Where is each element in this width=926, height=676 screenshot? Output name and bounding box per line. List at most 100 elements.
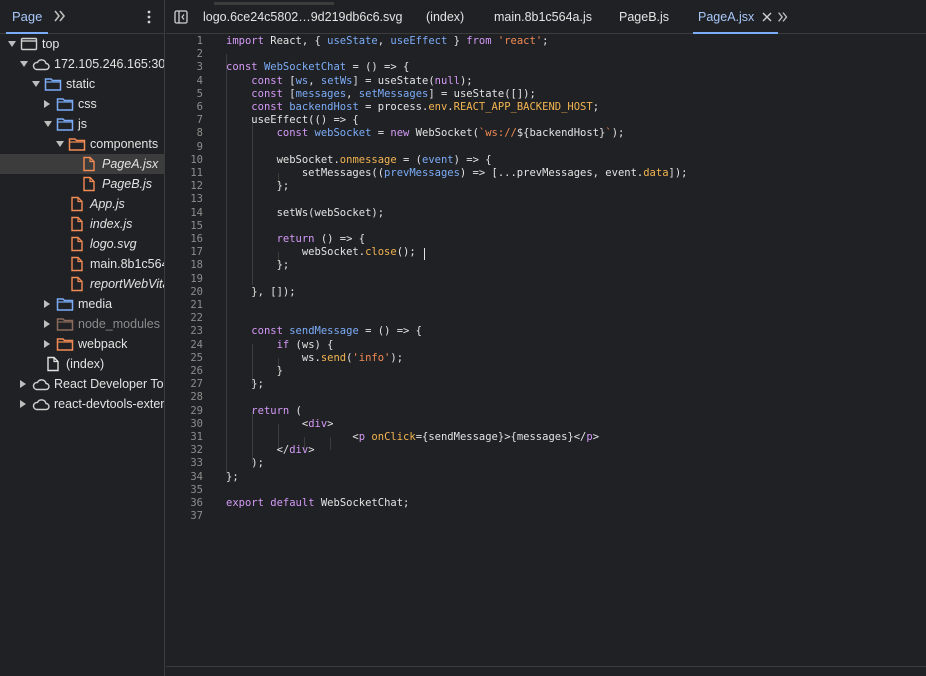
code-text: }; — [226, 259, 290, 272]
cloud-icon — [32, 379, 50, 391]
line-number[interactable]: 21 — [166, 299, 203, 312]
tree-item[interactable]: 172.105.246.165:300 — [0, 54, 164, 74]
tree-item-label: PageA.jsx — [102, 157, 159, 171]
code-text: }; — [226, 470, 239, 483]
folder-icon — [56, 118, 74, 131]
line-number[interactable]: 11 — [166, 167, 203, 180]
tree-item[interactable]: css — [0, 94, 164, 114]
line-number[interactable]: 13 — [166, 193, 203, 206]
code-text: const webSocket = new WebSocket(`ws://${… — [276, 127, 625, 140]
line-number[interactable]: 35 — [166, 484, 203, 497]
line-number[interactable]: 26 — [166, 365, 203, 378]
code-line: 27 }; — [166, 378, 926, 391]
tree-item[interactable]: logo.svg — [0, 234, 164, 254]
line-number[interactable]: 27 — [166, 378, 203, 391]
line-number[interactable]: 37 — [166, 510, 203, 523]
expand-arrow-right-icon[interactable] — [20, 380, 26, 388]
tree-item-label: static — [66, 77, 96, 91]
line-number[interactable]: 15 — [166, 220, 203, 233]
tree-item[interactable]: PageB.js — [0, 174, 164, 194]
code-line: 16 return () => { — [166, 233, 926, 246]
line-number[interactable]: 10 — [166, 154, 203, 167]
tree-item[interactable]: index.js — [0, 214, 164, 234]
line-number[interactable]: 22 — [166, 312, 203, 325]
code-line: 1 import React, { useState, useEffect } f… — [166, 35, 926, 48]
tree-item-label: PageB.js — [102, 177, 153, 191]
tree-item[interactable]: webpack — [0, 334, 164, 354]
line-number[interactable]: 32 — [166, 444, 203, 457]
tab-pagea-jsx[interactable]: PageA.jsx — [692, 0, 779, 34]
line-number[interactable]: 20 — [166, 286, 203, 299]
code-line: 2 — [166, 48, 926, 61]
tree-item[interactable]: main.8b1c564 — [0, 254, 164, 274]
expand-arrow-right-icon[interactable] — [20, 400, 26, 408]
more-options-icon[interactable] — [143, 9, 155, 25]
expand-arrow-down-icon[interactable] — [32, 81, 40, 87]
line-number[interactable]: 1 — [166, 35, 203, 48]
tree-item[interactable]: top — [0, 34, 164, 54]
tree-item[interactable]: node_modules — [0, 314, 164, 334]
tree-item[interactable]: static — [0, 74, 164, 94]
line-number[interactable]: 6 — [166, 101, 203, 114]
line-number[interactable]: 9 — [166, 141, 203, 154]
tree-item[interactable]: js — [0, 114, 164, 134]
tab-index[interactable]: (index) — [426, 0, 464, 33]
line-number[interactable]: 12 — [166, 180, 203, 193]
code-content[interactable]: 1 import React, { useState, useEffect } f… — [166, 34, 926, 666]
line-number[interactable]: 18 — [166, 259, 203, 272]
code-text: <p onClick={sendMessage}>{messages}</p> — [226, 431, 600, 443]
expand-arrow-down-icon[interactable] — [44, 121, 52, 127]
expand-arrow-down-icon[interactable] — [20, 61, 28, 67]
line-number[interactable]: 36 — [166, 497, 203, 510]
line-number[interactable]: 8 — [166, 127, 203, 140]
toggle-navigator-icon[interactable] — [174, 10, 188, 24]
expand-arrow-right-icon[interactable] — [44, 100, 50, 108]
code-text: }; — [226, 180, 290, 193]
expand-arrow-down-icon[interactable] — [8, 41, 16, 47]
expand-arrow-right-icon[interactable] — [44, 340, 50, 348]
line-number[interactable]: 25 — [166, 352, 203, 365]
tree-item[interactable]: reportWebVita — [0, 274, 164, 294]
tree-item[interactable]: components — [0, 134, 164, 154]
code-text: }; — [226, 378, 264, 391]
code-line: 3 const WebSocketChat = () => { — [166, 61, 926, 74]
line-number[interactable]: 14 — [166, 207, 203, 220]
line-number[interactable]: 34 — [166, 471, 203, 484]
line-number[interactable]: 7 — [166, 114, 203, 127]
code-text: const [messages, setMessages] = useState… — [251, 87, 536, 100]
line-number[interactable]: 30 — [166, 418, 203, 431]
line-number[interactable]: 4 — [166, 75, 203, 88]
expand-arrow-down-icon[interactable] — [56, 141, 64, 147]
line-number[interactable]: 33 — [166, 457, 203, 470]
tree-item[interactable]: App.js — [0, 194, 164, 214]
tree-item[interactable]: (index) — [0, 354, 164, 374]
tree-item-label: components — [90, 137, 159, 151]
line-number[interactable]: 3 — [166, 61, 203, 74]
chevron-double-right-icon[interactable] — [52, 8, 68, 24]
close-icon[interactable] — [762, 12, 772, 22]
tree-item[interactable]: React Developer Too — [0, 374, 164, 394]
line-number[interactable]: 16 — [166, 233, 203, 246]
line-number[interactable]: 24 — [166, 339, 203, 352]
line-number[interactable]: 19 — [166, 273, 203, 286]
line-number[interactable]: 5 — [166, 88, 203, 101]
tab-page[interactable]: Page — [6, 0, 49, 34]
expand-arrow-right-icon[interactable] — [44, 320, 50, 328]
line-number[interactable]: 29 — [166, 405, 203, 418]
tab-pageb-js[interactable]: PageB.js — [619, 0, 669, 33]
expand-arrow-right-icon[interactable] — [44, 300, 50, 308]
line-number[interactable]: 23 — [166, 325, 203, 338]
chevron-double-right-icon[interactable] — [776, 10, 790, 24]
line-number[interactable]: 31 — [166, 431, 203, 444]
tab-logo-svg[interactable]: logo.6ce24c5802…9d219db6c6.svg — [203, 0, 402, 33]
tree-item[interactable]: PageA.jsx — [0, 154, 164, 174]
line-number[interactable]: 28 — [166, 391, 203, 404]
line-number[interactable]: 17 — [166, 246, 203, 259]
file-icon — [71, 276, 83, 292]
tree-item[interactable]: react-devtools-extens — [0, 394, 164, 414]
line-number[interactable]: 2 — [166, 48, 203, 61]
tree-item-label: node_modules — [78, 317, 161, 331]
tree-item[interactable]: media — [0, 294, 164, 314]
code-line: 19 — [166, 273, 926, 286]
tab-main-js[interactable]: main.8b1c564a.js — [494, 0, 592, 33]
